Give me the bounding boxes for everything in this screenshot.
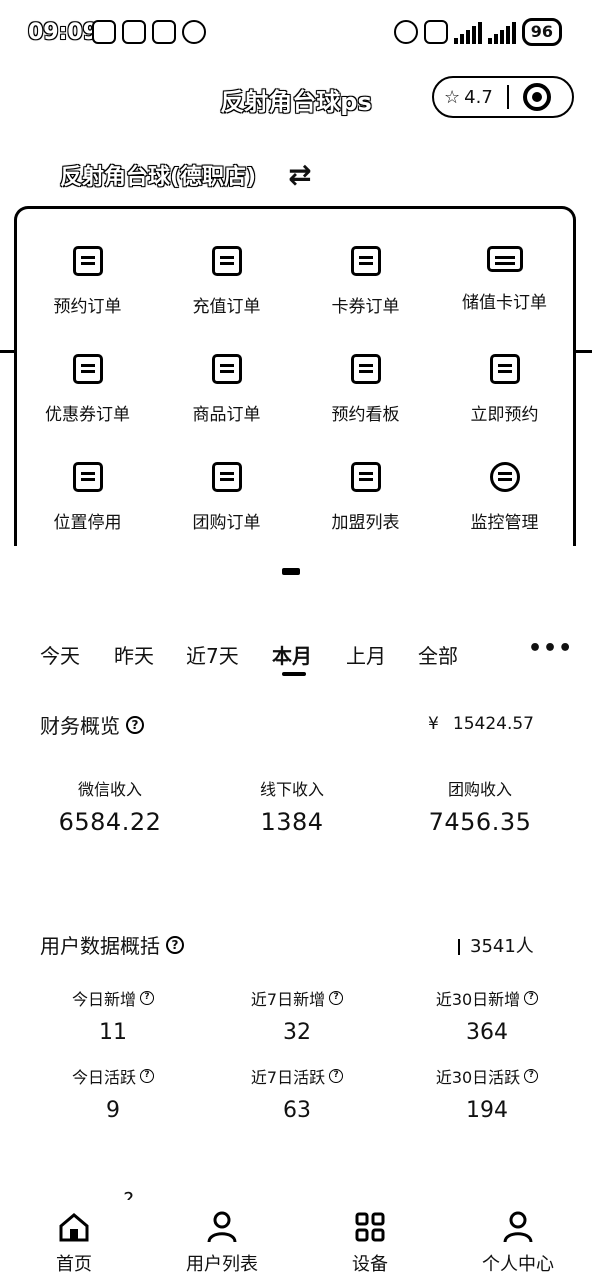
tab-yesterday[interactable]: 昨天	[114, 640, 154, 669]
grid-item-booking-board[interactable]: 预约看板	[296, 348, 435, 428]
profile-icon	[448, 1210, 588, 1244]
nav-profile[interactable]: 个人中心	[448, 1210, 588, 1276]
calendar-icon	[350, 354, 381, 384]
card-icon	[486, 246, 523, 272]
nav-home[interactable]: 首页	[4, 1210, 144, 1276]
help-icon[interactable]: ?	[524, 1069, 539, 1083]
bottom-nav: 首页 用户列表 设备 个人中心	[0, 1200, 592, 1280]
clipboard-icon	[72, 246, 103, 276]
coupon-icon	[72, 354, 103, 384]
stat-30day-active: 近30日活跃? 194	[392, 1064, 582, 1123]
notification-icon	[152, 20, 176, 44]
help-icon[interactable]: ?	[166, 935, 184, 954]
bluetooth-icon	[423, 20, 448, 44]
finance-total: ¥15424.57	[428, 714, 534, 734]
stat-today-active: 今日活跃? 9	[18, 1064, 208, 1123]
metric-offline-income: 线下收入 1384	[259, 780, 324, 836]
tab-last-7-days[interactable]: 近7天	[186, 640, 239, 669]
help-icon[interactable]: ?	[140, 991, 154, 1005]
next-section-title-cut: ▁▁▁▁▁ ?	[40, 1188, 134, 1200]
nav-devices[interactable]: 设备	[300, 1210, 440, 1276]
users-section-title: 用户数据概括 ?	[40, 930, 184, 959]
stat-7day-new: 近7日新增? 32	[202, 986, 392, 1045]
mini-program-capsule[interactable]: ☆ 4.7	[432, 76, 574, 118]
divider	[0, 350, 16, 353]
finance-section-title: 财务概览 ?	[40, 710, 144, 739]
grid-item-monitoring[interactable]: 监控管理	[435, 456, 574, 536]
metric-wechat-income: 微信收入 6584.22	[58, 780, 162, 836]
rating-value: 4.7	[464, 86, 493, 108]
divider	[576, 350, 592, 353]
grid-item-reservation-orders[interactable]: 预约订单	[18, 240, 157, 320]
divider	[458, 939, 460, 955]
nav-user-list[interactable]: 用户列表	[152, 1210, 292, 1276]
capsule-divider	[506, 85, 509, 109]
notification-icon	[92, 20, 116, 44]
group-buy-icon	[211, 462, 242, 492]
store-selector[interactable]: 反射角台球(德职店) ⇄	[60, 158, 312, 191]
ticket-icon	[350, 246, 381, 276]
eye-icon	[182, 20, 206, 44]
active-tab-indicator	[282, 672, 306, 676]
help-icon[interactable]: ?	[329, 991, 344, 1005]
close-target-icon[interactable]	[522, 83, 551, 111]
stat-7day-active: 近7日活跃? 63	[202, 1064, 392, 1123]
booking-icon	[489, 354, 520, 384]
app-header: 反射角台球ps ☆ 4.7	[0, 70, 592, 130]
status-time: 09:09	[28, 20, 99, 45]
grid-item-coupon-orders[interactable]: 优惠券订单	[18, 348, 157, 428]
store-name: 反射角台球(德职店)	[60, 164, 257, 190]
system-icons: 96	[393, 18, 562, 46]
grid-item-recharge-orders[interactable]: 充值订单	[157, 240, 296, 320]
tab-last-month[interactable]: 上月	[346, 640, 386, 669]
status-bar: 09:09 96	[0, 0, 592, 70]
help-icon[interactable]: ?	[329, 1069, 344, 1083]
rating-badge[interactable]: ☆ 4.7	[444, 87, 493, 108]
franchise-icon	[350, 462, 381, 492]
grid-icon	[300, 1210, 440, 1244]
signal-icon	[487, 20, 516, 44]
user-icon	[152, 1210, 292, 1244]
home-icon	[4, 1210, 144, 1244]
more-icon[interactable]: •••	[528, 636, 573, 661]
currency-symbol: ¥	[428, 714, 439, 734]
tab-today[interactable]: 今天	[40, 640, 80, 669]
check-clipboard-icon	[211, 246, 242, 276]
grid-item-location-disable[interactable]: 位置停用	[18, 456, 157, 536]
grid-item-group-buy-orders[interactable]: 团购订单	[157, 456, 296, 536]
star-icon: ☆	[444, 86, 461, 108]
grid-item-book-now[interactable]: 立即预约	[435, 348, 574, 428]
help-icon[interactable]: ?	[126, 715, 144, 734]
help-icon[interactable]: ?	[140, 1069, 154, 1083]
help-icon[interactable]: ?	[524, 991, 539, 1005]
notification-icon	[122, 20, 146, 44]
metric-group-buy-income: 团购收入 7456.35	[428, 780, 532, 836]
alarm-icon	[393, 20, 418, 44]
signal-icon	[453, 20, 482, 44]
grid-item-stored-card-orders[interactable]: 储值卡订单	[435, 240, 574, 320]
cart-icon	[211, 354, 242, 384]
camera-icon	[489, 462, 520, 492]
users-total: 3541人	[458, 932, 534, 958]
grid-item-voucher-orders[interactable]: 卡券订单	[296, 240, 435, 320]
grid-item-product-orders[interactable]: 商品订单	[157, 348, 296, 428]
notification-icons	[92, 20, 206, 44]
function-grid: 预约订单 充值订单 卡券订单 储值卡订单 优惠券订单 商品订单 预约看板 立即预…	[18, 240, 574, 536]
tab-all[interactable]: 全部	[418, 640, 458, 669]
stat-today-new: 今日新增? 11	[18, 986, 208, 1045]
tab-this-month[interactable]: 本月	[272, 640, 312, 669]
stat-30day-new: 近30日新增? 364	[392, 986, 582, 1045]
battery-indicator: 96	[521, 18, 562, 46]
location-off-icon	[72, 462, 103, 492]
swap-icon[interactable]: ⇄	[288, 158, 311, 191]
grid-item-franchise-list[interactable]: 加盟列表	[296, 456, 435, 536]
page-indicator	[282, 568, 300, 575]
